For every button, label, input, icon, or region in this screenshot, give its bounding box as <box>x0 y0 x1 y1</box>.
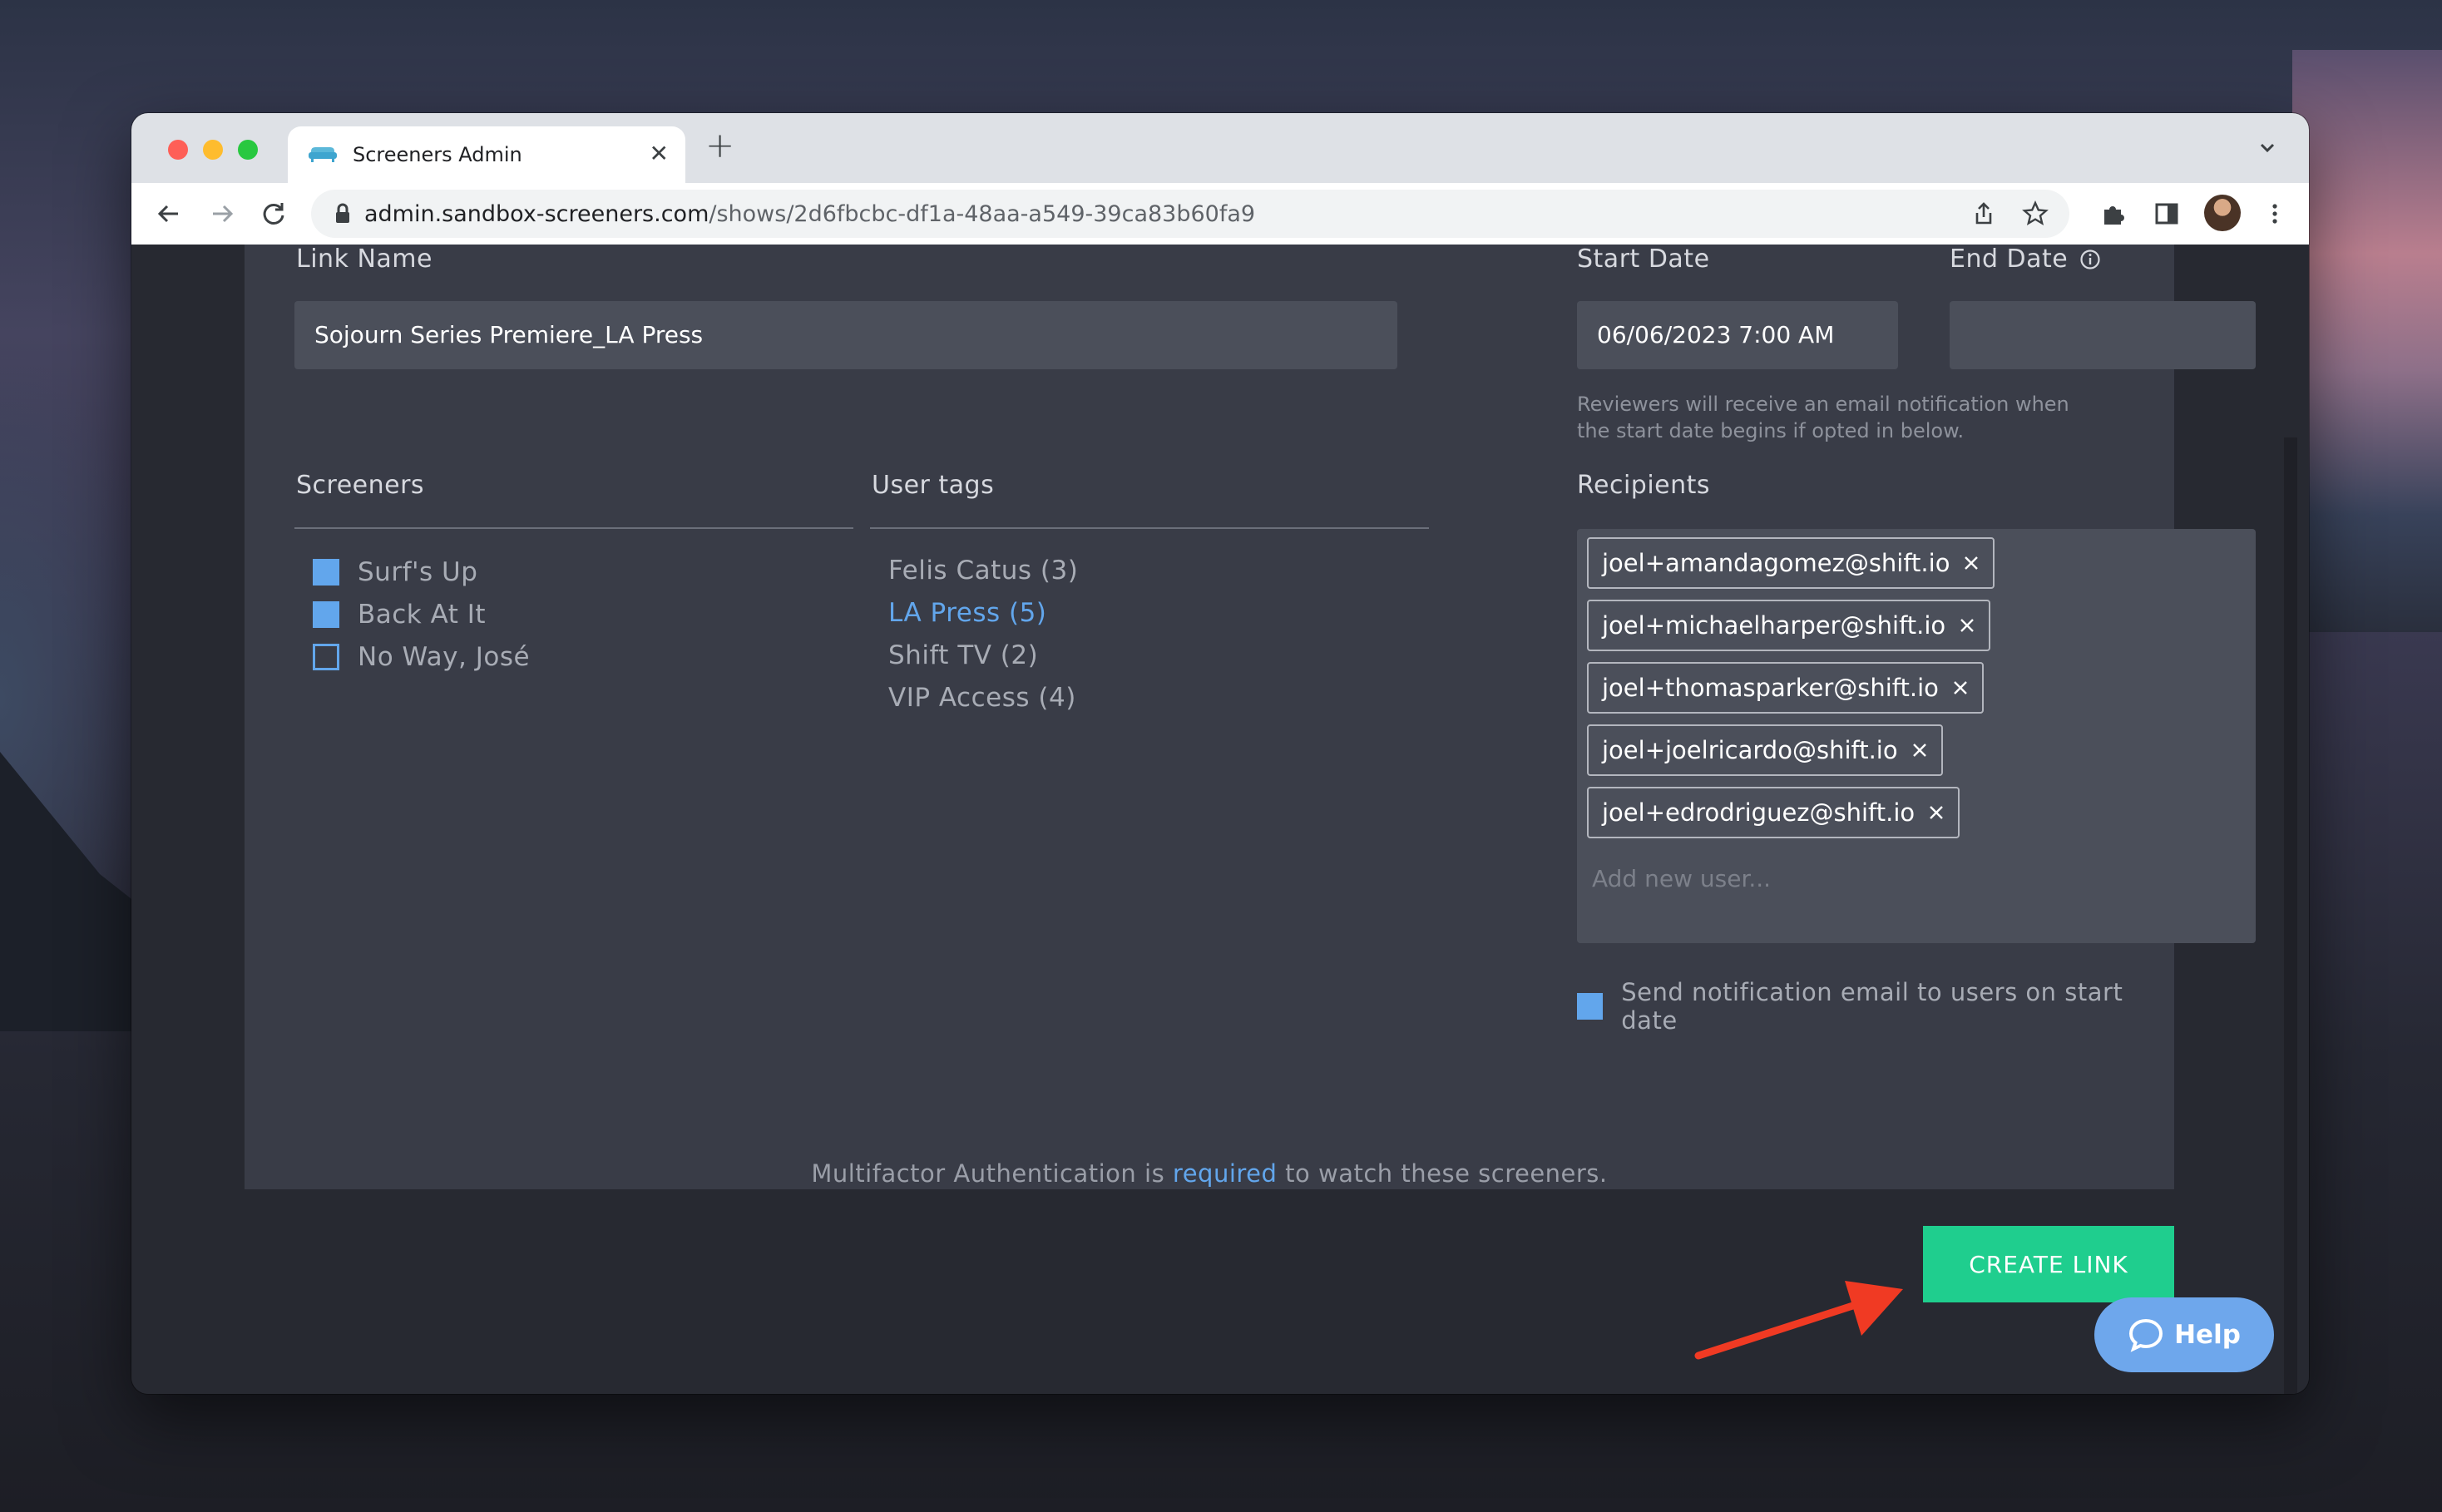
start-date-label: Start Date <box>1577 245 1710 274</box>
start-date-value: 06/06/2023 7:00 AM <box>1597 321 1835 348</box>
user-tag-item[interactable]: Felis Catus (3) <box>888 556 1078 586</box>
mfa-required-link[interactable]: required <box>1173 1159 1278 1188</box>
end-date-label: End Date <box>1950 245 2069 274</box>
recipient-email: joel+joelricardo@shift.io <box>1602 736 1898 764</box>
browser-window: Screeners Admin ✕ + admin.sandbox-screen… <box>131 113 2309 1394</box>
screener-label: Surf's Up <box>358 557 478 587</box>
screener-item[interactable]: No Way, José <box>313 642 530 672</box>
user-tag-item[interactable]: Shift TV (2) <box>888 640 1038 670</box>
fullscreen-window-button[interactable] <box>238 140 258 160</box>
back-arrow-icon[interactable] <box>153 198 185 230</box>
user-tags-divider <box>870 527 1429 529</box>
recipients-label: Recipients <box>1577 471 1711 500</box>
recipient-chip: joel+michaelharper@shift.io <box>1587 600 1991 651</box>
recipients-box[interactable]: joel+amandagomez@shift.io joel+michaelha… <box>1577 529 2256 943</box>
chevron-down-icon[interactable] <box>2254 135 2281 161</box>
recipient-email: joel+amandagomez@shift.io <box>1602 549 1950 577</box>
screener-checkbox[interactable] <box>313 601 339 628</box>
screener-label: No Way, José <box>358 642 531 672</box>
scrollbar-track[interactable] <box>2284 437 2297 1394</box>
link-name-input[interactable]: Sojourn Series Premiere_LA Press <box>294 301 1397 369</box>
share-icon[interactable] <box>1970 200 1998 228</box>
remove-recipient-icon[interactable] <box>1961 553 1981 573</box>
url-path: /shows/2d6fbcbc-df1a-48aa-a549-39ca83b60… <box>709 201 1256 227</box>
side-panel-icon[interactable] <box>2153 200 2181 228</box>
forward-arrow-icon[interactable] <box>206 198 238 230</box>
minimize-window-button[interactable] <box>203 140 223 160</box>
sofa-icon <box>309 147 337 162</box>
tab-screeners-admin[interactable]: Screeners Admin ✕ <box>288 126 685 183</box>
remove-recipient-icon[interactable] <box>1957 615 1977 635</box>
link-name-value: Sojourn Series Premiere_LA Press <box>314 321 704 348</box>
screener-checkbox[interactable] <box>313 644 339 670</box>
notify-option[interactable]: Send notification email to users on star… <box>1577 978 2174 1035</box>
tab-strip: Screeners Admin ✕ + <box>131 113 2309 183</box>
page-content: Link Name Sojourn Series Premiere_LA Pre… <box>131 245 2309 1394</box>
recipient-chip: joel+thomasparker@shift.io <box>1587 662 1984 714</box>
lock-icon <box>336 203 349 223</box>
recipient-email: joel+thomasparker@shift.io <box>1602 674 1939 702</box>
url-host: admin.sandbox-screeners.com <box>364 201 709 227</box>
screener-item[interactable]: Surf's Up <box>313 557 477 587</box>
screener-item[interactable]: Back At It <box>313 600 486 630</box>
reload-icon[interactable] <box>258 198 289 230</box>
screener-checkbox[interactable] <box>313 559 339 586</box>
window-controls <box>168 140 258 160</box>
start-date-input[interactable]: 06/06/2023 7:00 AM <box>1577 301 1898 369</box>
help-button[interactable]: Help <box>2094 1297 2274 1372</box>
mfa-notice: Multifactor Authentication is required t… <box>245 1159 2174 1188</box>
start-date-hint: Reviewers will receive an email notifica… <box>1577 393 2069 442</box>
screeners-label: Screeners <box>296 471 425 500</box>
more-menu-icon[interactable] <box>2261 200 2289 228</box>
recipient-email: joel+edrodriguez@shift.io <box>1602 798 1916 827</box>
create-link-button[interactable]: CREATE LINK <box>1923 1226 2174 1302</box>
recipient-chip: joel+edrodriguez@shift.io <box>1587 787 1960 838</box>
new-tab-button[interactable]: + <box>705 125 734 166</box>
notify-label: Send notification email to users on star… <box>1621 978 2123 1035</box>
create-link-panel: Link Name Sojourn Series Premiere_LA Pre… <box>245 245 2256 1189</box>
end-date-label-group: End Date <box>1950 245 2101 274</box>
url-text: admin.sandbox-screeners.com/shows/2d6fbc… <box>364 201 1255 227</box>
recipient-email: joel+michaelharper@shift.io <box>1602 611 1946 640</box>
user-tag-item-active[interactable]: LA Press (5) <box>888 598 1046 628</box>
mfa-prefix: Multifactor Authentication is <box>811 1159 1173 1188</box>
recipient-chip: joel+amandagomez@shift.io <box>1587 537 1995 589</box>
remove-recipient-icon[interactable] <box>1926 803 1946 823</box>
recipient-chip: joel+joelricardo@shift.io <box>1587 724 1943 776</box>
browser-toolbar: admin.sandbox-screeners.com/shows/2d6fbc… <box>131 183 2309 245</box>
remove-recipient-icon[interactable] <box>1910 740 1930 760</box>
remove-recipient-icon[interactable] <box>1950 678 1970 698</box>
user-tag-item[interactable]: VIP Access (4) <box>888 683 1076 713</box>
info-icon[interactable] <box>2079 249 2101 270</box>
user-tags-label: User tags <box>872 471 995 500</box>
bookmark-star-icon[interactable] <box>2021 200 2049 228</box>
address-bar[interactable]: admin.sandbox-screeners.com/shows/2d6fbc… <box>311 190 2069 238</box>
notify-checkbox[interactable] <box>1577 993 1604 1020</box>
chat-bubble-icon <box>2129 1318 2163 1352</box>
screeners-divider <box>294 527 853 529</box>
help-label: Help <box>2174 1320 2241 1350</box>
tab-title: Screeners Admin <box>353 143 522 166</box>
link-name-label: Link Name <box>296 245 433 274</box>
mfa-suffix: to watch these screeners. <box>1277 1159 1608 1188</box>
extensions-puzzle-icon[interactable] <box>2099 200 2128 228</box>
wallpaper-sunset-right <box>2292 50 2442 632</box>
end-date-input[interactable] <box>1950 301 2256 369</box>
profile-avatar[interactable] <box>2204 195 2241 231</box>
add-user-input[interactable]: Add new user... <box>1592 865 2241 892</box>
tab-close-icon[interactable]: ✕ <box>650 140 669 167</box>
close-window-button[interactable] <box>168 140 188 160</box>
screener-label: Back At It <box>358 600 487 630</box>
